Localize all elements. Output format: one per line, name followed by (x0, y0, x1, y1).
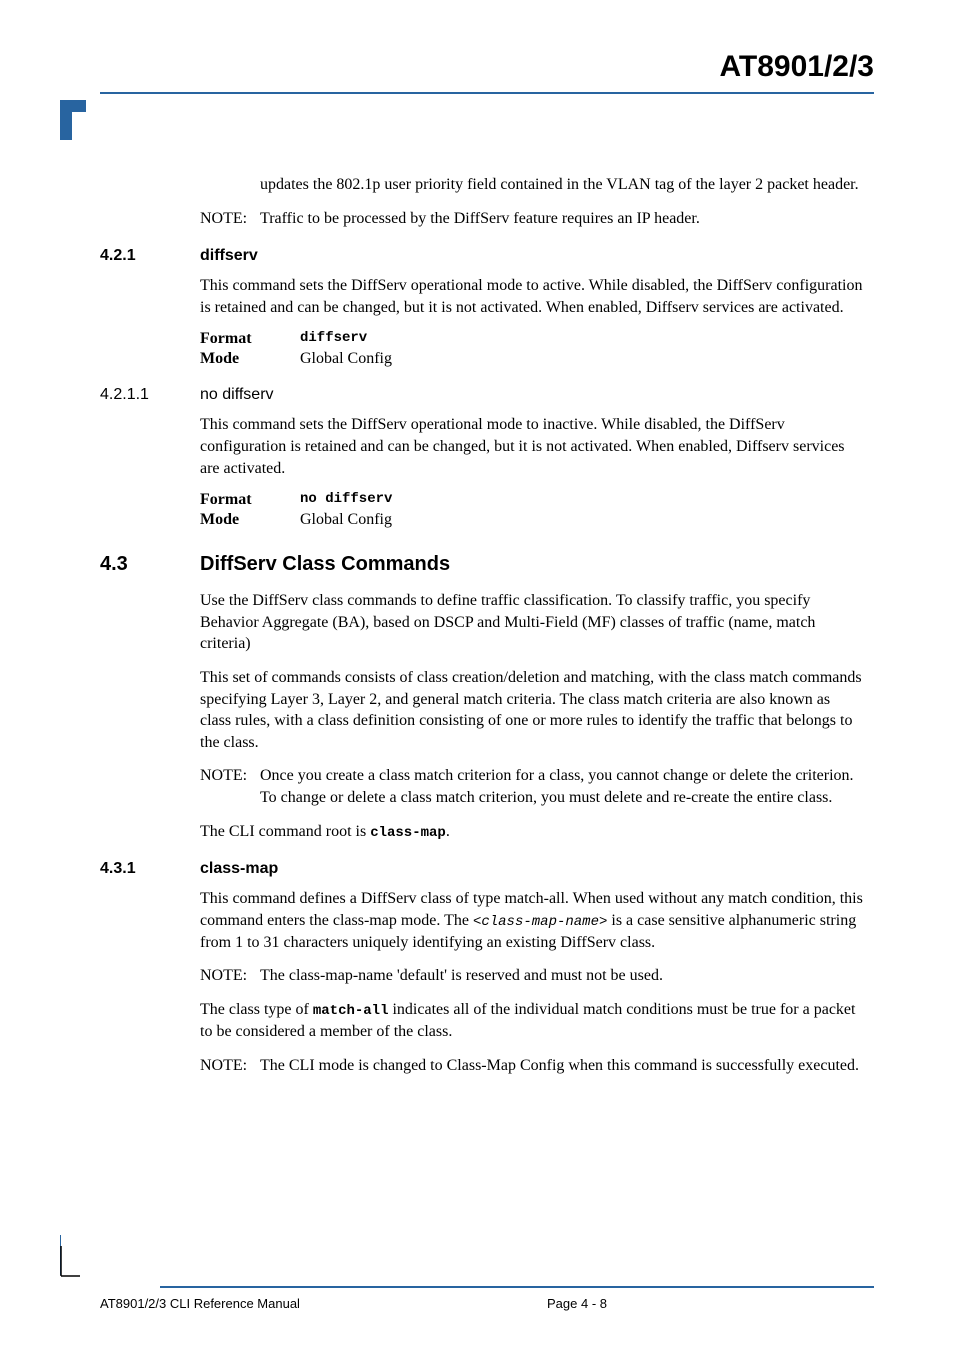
format-row: Format diffserv (200, 330, 864, 348)
section-title: DiffServ Class Commands (200, 553, 450, 575)
footer-page: Page 4 - 8 (427, 1296, 874, 1311)
paragraph: This command sets the DiffServ operation… (200, 275, 864, 318)
code-inline: match-all (313, 1003, 389, 1019)
format-label: Format (200, 491, 300, 509)
footer-corner-icon (60, 1246, 80, 1286)
paragraph: The CLI command root is class-map. (200, 821, 864, 843)
paragraph: This set of commands consists of class c… (200, 667, 864, 753)
note-block: NOTE: The CLI mode is changed to Class-M… (200, 1055, 864, 1077)
format-value: diffserv (300, 330, 367, 348)
section-title: diffserv (200, 247, 258, 264)
doc-title: AT8901/2/3 (100, 50, 874, 84)
code-inline: <class-map-name> (473, 914, 607, 930)
mode-value: Global Config (300, 511, 392, 529)
format-row: Format no diffserv (200, 491, 864, 509)
paragraph: This command defines a DiffServ class of… (200, 888, 864, 953)
section-title: class-map (200, 860, 278, 877)
paragraph: Use the DiffServ class commands to defin… (200, 590, 864, 655)
heading-4-3-1: 4.3.1 class-map (200, 860, 864, 878)
mode-row: Mode Global Config (200, 350, 864, 368)
note-text: The CLI mode is changed to Class-Map Con… (260, 1057, 859, 1074)
note-label: NOTE: (200, 765, 247, 787)
format-label: Format (200, 330, 300, 348)
note-label: NOTE: (200, 208, 247, 230)
heading-4-3: 4.3 DiffServ Class Commands (200, 553, 864, 576)
text: The CLI command root is (200, 823, 370, 840)
section-number: 4.2.1 (100, 247, 136, 265)
footer-left: AT8901/2/3 CLI Reference Manual (100, 1296, 427, 1311)
mode-label: Mode (200, 350, 300, 368)
heading-4-2-1: 4.2.1 diffserv (200, 247, 864, 265)
logo (60, 100, 874, 140)
code-inline: class-map (370, 825, 446, 841)
paragraph: The class type of match-all indicates al… (200, 999, 864, 1042)
note-label: NOTE: (200, 965, 247, 987)
format-value: no diffserv (300, 491, 392, 509)
text: The class type of (200, 1001, 313, 1018)
note-text: The class-map-name 'default' is reserved… (260, 967, 663, 984)
note-block: NOTE: Traffic to be processed by the Dif… (200, 208, 864, 230)
text: . (446, 823, 450, 840)
footer-rule (160, 1286, 874, 1288)
note-block: NOTE: Once you create a class match crit… (200, 765, 864, 808)
continuation-paragraph: updates the 802.1p user priority field c… (200, 174, 864, 196)
page-content: updates the 802.1p user priority field c… (100, 174, 874, 1076)
section-number: 4.3 (100, 553, 128, 576)
note-text: Traffic to be processed by the DiffServ … (260, 210, 700, 227)
heading-4-2-1-1: 4.2.1.1 no diffserv (200, 386, 864, 404)
mode-row: Mode Global Config (200, 511, 864, 529)
note-text: Once you create a class match criterion … (260, 767, 854, 806)
mode-value: Global Config (300, 350, 392, 368)
section-number: 4.3.1 (100, 860, 136, 878)
page-header: AT8901/2/3 (100, 50, 874, 94)
footer-text-row: AT8901/2/3 CLI Reference Manual Page 4 -… (60, 1296, 874, 1311)
section-number: 4.2.1.1 (100, 386, 149, 404)
page-footer: AT8901/2/3 CLI Reference Manual Page 4 -… (60, 1235, 874, 1311)
note-label: NOTE: (200, 1055, 247, 1077)
mode-label: Mode (200, 511, 300, 529)
note-block: NOTE: The class-map-name 'default' is re… (200, 965, 864, 987)
section-title: no diffserv (200, 386, 274, 403)
paragraph: This command sets the DiffServ operation… (200, 414, 864, 479)
